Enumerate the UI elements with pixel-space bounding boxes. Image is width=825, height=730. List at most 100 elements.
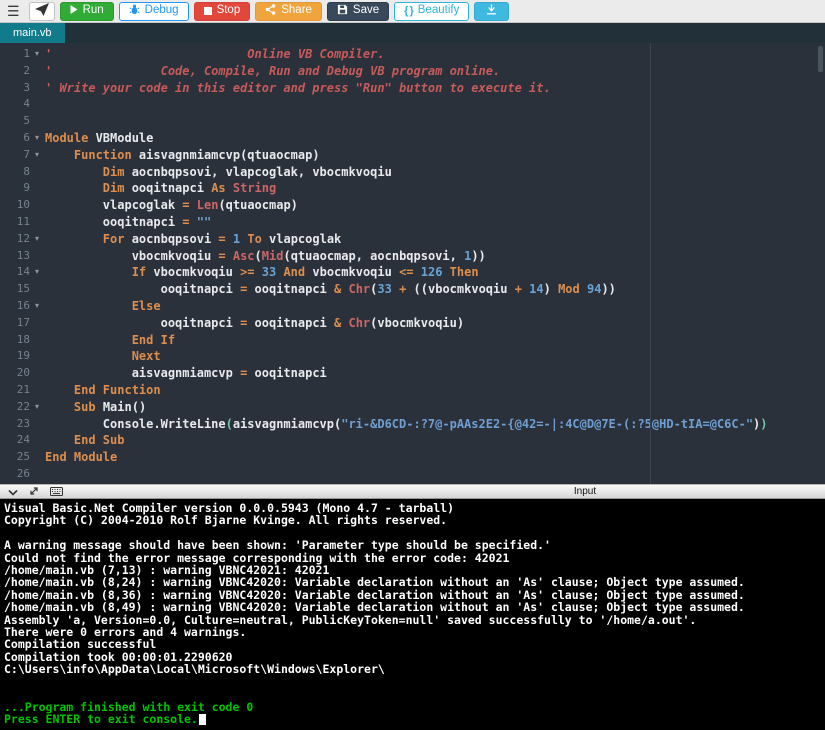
line-number: 8: [0, 164, 30, 181]
line-gutter: 13: [0, 248, 45, 265]
run-button[interactable]: Run: [60, 2, 114, 21]
code-line[interactable]: 24 End Sub: [0, 432, 825, 449]
line-gutter: 7▾: [0, 147, 45, 164]
code-text: ' Online VB Compiler.: [45, 46, 385, 63]
code-line[interactable]: 22▾ Sub Main(): [0, 399, 825, 416]
menu-button[interactable]: ☰: [3, 2, 24, 21]
expand-console-button[interactable]: [29, 483, 39, 501]
code-text: Function aisvagnmiamcvp(qtuaocmap): [45, 147, 320, 164]
line-gutter: 1▾: [0, 46, 45, 63]
code-line[interactable]: 18 End If: [0, 332, 825, 349]
code-text: [45, 96, 52, 113]
code-text: If vbocmkvoqiu >= 33 And vbocmkvoqiu <= …: [45, 264, 479, 281]
beautify-button[interactable]: { } Beautify: [394, 2, 469, 21]
fold-spacer: [30, 96, 44, 113]
fold-arrow-icon[interactable]: ▾: [30, 264, 44, 281]
fold-arrow-icon[interactable]: ▾: [30, 130, 44, 147]
code-text: End Module: [45, 449, 117, 466]
code-line[interactable]: 26: [0, 466, 825, 483]
fold-spacer: [30, 382, 44, 399]
line-number: 10: [0, 197, 30, 214]
code-line[interactable]: 3 ' Write your code in this editor and p…: [0, 80, 825, 97]
code-line[interactable]: 12▾ For aocnbqpsovi = 1 To vlapcoglak: [0, 231, 825, 248]
code-editor[interactable]: 1▾' Online VB Compiler.2 ' Code, Compile…: [0, 43, 825, 484]
code-line[interactable]: 20 aisvagnmiamcvp = ooqitnapci: [0, 365, 825, 382]
code-line[interactable]: 10 vlapcoglak = Len(qtuaocmap): [0, 197, 825, 214]
code-text: End Function: [45, 382, 161, 399]
line-number: 23: [0, 416, 30, 433]
console-line: A warning message should have been shown…: [4, 539, 821, 551]
launch-button[interactable]: [29, 2, 55, 21]
run-button-label: Run: [83, 5, 104, 17]
line-gutter: 24: [0, 432, 45, 449]
save-button-label: Save: [353, 5, 379, 17]
line-gutter: 17: [0, 315, 45, 332]
code-line[interactable]: 7▾ Function aisvagnmiamcvp(qtuaocmap): [0, 147, 825, 164]
code-line[interactable]: 19 Next: [0, 348, 825, 365]
console-line: Press ENTER to exit console.: [4, 713, 821, 725]
code-text: For aocnbqpsovi = 1 To vlapcoglak: [45, 231, 341, 248]
code-text: ' Write your code in this editor and pre…: [45, 80, 551, 97]
stop-button[interactable]: Stop: [194, 2, 251, 21]
fold-arrow-icon[interactable]: ▾: [30, 298, 44, 315]
code-line[interactable]: 17 ooqitnapci = ooqitnapci & Chr(vbocmkv…: [0, 315, 825, 332]
code-text: ooqitnapci = "": [45, 214, 211, 231]
code-line[interactable]: 14▾ If vbocmkvoqiu >= 33 And vbocmkvoqiu…: [0, 264, 825, 281]
bug-icon: [129, 4, 140, 19]
fold-arrow-icon[interactable]: ▾: [30, 46, 44, 63]
toolbar: ☰ Run Debug Stop: [0, 0, 825, 23]
line-number: 20: [0, 365, 30, 382]
line-number: 24: [0, 432, 30, 449]
debug-button-label: Debug: [145, 5, 179, 17]
line-gutter: 9: [0, 180, 45, 197]
save-button[interactable]: Save: [327, 2, 389, 21]
line-number: 26: [0, 466, 30, 483]
code-line[interactable]: 21 End Function: [0, 382, 825, 399]
code-line[interactable]: 9 Dim ooqitnapci As String: [0, 180, 825, 197]
line-number: 11: [0, 214, 30, 231]
stop-button-label: Stop: [217, 5, 241, 17]
line-number: 14: [0, 264, 30, 281]
fold-arrow-icon[interactable]: ▾: [30, 147, 44, 164]
code-line[interactable]: 1▾' Online VB Compiler.: [0, 46, 825, 63]
paper-plane-icon: [35, 3, 49, 19]
fold-spacer: [30, 416, 44, 433]
code-line[interactable]: 13 vbocmkvoqiu = Asc(Mid(qtuaocmap, aocn…: [0, 248, 825, 265]
share-button[interactable]: Share: [255, 2, 322, 21]
code-line[interactable]: 5: [0, 113, 825, 130]
console-output[interactable]: Visual Basic.Net Compiler version 0.0.0.…: [0, 499, 825, 730]
console-line: C:\Users\info\AppData\Local\Microsoft\Wi…: [4, 663, 821, 675]
download-button[interactable]: [474, 2, 509, 21]
editor-scrollbar[interactable]: [818, 46, 823, 72]
line-number: 1: [0, 46, 30, 63]
line-gutter: 21: [0, 382, 45, 399]
fold-arrow-icon[interactable]: ▾: [30, 231, 44, 248]
keyboard-button[interactable]: [50, 483, 63, 501]
code-line[interactable]: 4: [0, 96, 825, 113]
code-line[interactable]: 8 Dim aocnbqpsovi, vlapcoglak, vbocmkvoq…: [0, 164, 825, 181]
debug-button[interactable]: Debug: [119, 2, 189, 21]
code-line[interactable]: 6▾Module VBModule: [0, 130, 825, 147]
collapse-console-button[interactable]: [8, 483, 18, 501]
code-line[interactable]: 11 ooqitnapci = "": [0, 214, 825, 231]
line-number: 16: [0, 298, 30, 315]
console-line: Copyright (C) 2004-2010 Rolf Bjarne Kvin…: [4, 514, 821, 526]
code-line[interactable]: 15 ooqitnapci = ooqitnapci & Chr(33 + ((…: [0, 281, 825, 298]
line-gutter: 16▾: [0, 298, 45, 315]
console-line: /home/main.vb (8,24) : warning VBNC42020…: [4, 576, 821, 588]
stop-icon: [204, 7, 212, 15]
line-gutter: 5: [0, 113, 45, 130]
tab-bar: main.vb: [0, 23, 825, 43]
fold-spacer: [30, 214, 44, 231]
fold-spacer: [30, 315, 44, 332]
code-line[interactable]: 2 ' Code, Compile, Run and Debug VB prog…: [0, 63, 825, 80]
code-line[interactable]: 16▾ Else: [0, 298, 825, 315]
fold-arrow-icon[interactable]: ▾: [30, 399, 44, 416]
code-line[interactable]: 25 End Module: [0, 449, 825, 466]
code-text: aisvagnmiamcvp = ooqitnapci: [45, 365, 327, 382]
code-line[interactable]: 23 Console.WriteLine(aisvagnmiamcvp("ri-…: [0, 416, 825, 433]
line-gutter: 15: [0, 281, 45, 298]
tab-main-vb[interactable]: main.vb: [0, 23, 65, 43]
line-number: 17: [0, 315, 30, 332]
beautify-button-label: Beautify: [418, 5, 460, 17]
